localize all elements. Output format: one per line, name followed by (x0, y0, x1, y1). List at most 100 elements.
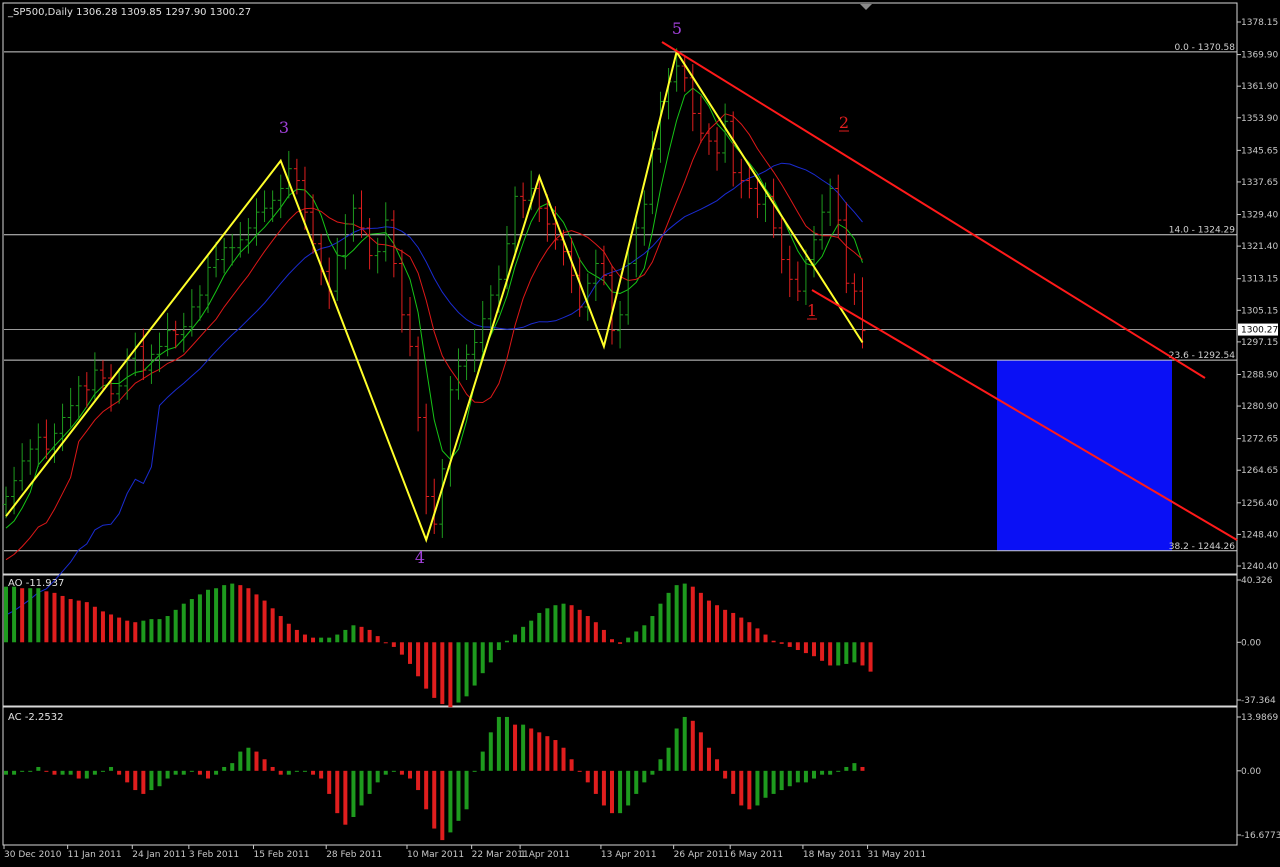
ac-bar (60, 770, 65, 775)
ac-bar (504, 716, 509, 771)
price-axis[interactable]: 1378.15 1369.90 1361.90 1353.90 1345.65 1337.… (1237, 18, 1280, 841)
ac-bar (230, 763, 235, 771)
ac-bar (731, 770, 736, 794)
ao-bar (723, 609, 728, 643)
price-tick-label: 1248.40 (1241, 530, 1278, 540)
ao-bar (496, 642, 501, 651)
ao-bar (828, 642, 833, 666)
wave-label: 5 (672, 19, 682, 38)
ac-bar (674, 728, 679, 771)
ao-bar (731, 612, 736, 643)
time-tick-label: 28 Feb 2011 (326, 850, 382, 860)
ao-bar (20, 588, 25, 643)
ao-bar (787, 642, 792, 647)
ao-bar (642, 625, 647, 643)
ac-bar (634, 770, 639, 794)
ao-bar (537, 612, 542, 643)
ao-bar (173, 609, 178, 643)
price-tick-label: 1305.15 (1241, 306, 1278, 316)
ac-bar (771, 770, 776, 794)
ac-bar (860, 766, 865, 771)
ac-bar (408, 770, 412, 779)
time-tick-label: 31 May 2011 (868, 850, 927, 860)
ac-bar (682, 716, 687, 771)
ac-bar (779, 770, 784, 791)
ao-bar (569, 605, 574, 643)
ac-bar (488, 732, 493, 771)
ac-bar (456, 770, 461, 821)
ao-bar (125, 620, 130, 643)
time-tick-label: 6 May 2011 (730, 850, 783, 860)
ac-bar (844, 766, 849, 771)
ao-bar (294, 629, 299, 643)
ac-bar (181, 770, 186, 775)
ac-bar (52, 770, 57, 775)
ao-bar (391, 642, 396, 647)
ac-bar (286, 770, 291, 775)
ac-bar (302, 770, 307, 772)
ao-bar (706, 600, 711, 643)
ao-bar (246, 588, 251, 643)
ac-bar (68, 770, 73, 775)
ao-bar (149, 619, 154, 643)
ao-bar (601, 629, 606, 643)
ac-bar (787, 770, 792, 787)
ao-bar (359, 626, 364, 643)
ac-bar (585, 770, 590, 783)
ac-bar (820, 770, 825, 775)
ao-bar (367, 629, 372, 643)
ao-bar (278, 616, 283, 643)
ac-bar (206, 770, 210, 779)
ac-bar (642, 770, 647, 783)
time-axis[interactable]: 30 Dec 2010 11 Jan 2011 24 Jan 2011 3 Feb 2… (3, 845, 927, 860)
chart-canvas: 0.0 - 1370.58 14.0 - 1324.29 23.6 - 1292.5… (2, 2, 1280, 860)
ao-bar (513, 634, 518, 643)
ac-bar (335, 770, 340, 814)
ac-bar (278, 770, 283, 775)
ac-bar (76, 770, 81, 779)
ao-bar (92, 606, 97, 643)
ac-tick-label: -16.6773 (1241, 831, 1280, 841)
ao-bar (319, 637, 324, 643)
ac-bar (44, 770, 49, 772)
ac-bar (214, 770, 219, 775)
ac-bar (569, 759, 574, 771)
price-tick-label: 1345.65 (1241, 146, 1278, 156)
ao-bar (351, 625, 356, 643)
price-tick-label: 1369.90 (1241, 51, 1278, 61)
ao-bar (553, 605, 558, 643)
ac-bar (618, 770, 623, 814)
ac-bar (480, 751, 485, 771)
price-tick-label: 1329.40 (1241, 211, 1278, 221)
ac-bar (270, 766, 275, 771)
ac-bar (610, 770, 614, 814)
ao-bar (682, 583, 687, 643)
ao-bar (440, 642, 445, 705)
ao-bar (100, 611, 105, 643)
wave-label: 2 (839, 113, 849, 132)
ac-bar (359, 770, 364, 806)
ac-bar (222, 766, 227, 771)
ao-bar (464, 642, 469, 697)
ao-bar (795, 642, 800, 651)
ac-bar (561, 747, 566, 771)
ac-bar (165, 770, 170, 779)
price-tick-label: 1337.65 (1241, 178, 1278, 188)
ao-bar (618, 642, 623, 644)
ao-bar (432, 642, 437, 698)
ao-bar (262, 600, 267, 643)
ac-bar (246, 747, 251, 771)
ao-bar (424, 642, 429, 689)
current-price-label: 1300.27 (1241, 326, 1278, 336)
ac-bar (440, 770, 445, 841)
ac-bar (529, 728, 534, 771)
ao-tick-label: 40.326 (1241, 576, 1273, 586)
ac-bar (448, 770, 453, 833)
ac-bar (698, 732, 703, 771)
ac-bar (125, 770, 130, 783)
ao-bar (286, 623, 291, 643)
wave-label: 4 (415, 548, 425, 567)
price-tick-label: 1321.40 (1241, 242, 1278, 252)
wave-label: 3 (279, 118, 289, 137)
price-tick-label: 1297.15 (1241, 338, 1278, 348)
